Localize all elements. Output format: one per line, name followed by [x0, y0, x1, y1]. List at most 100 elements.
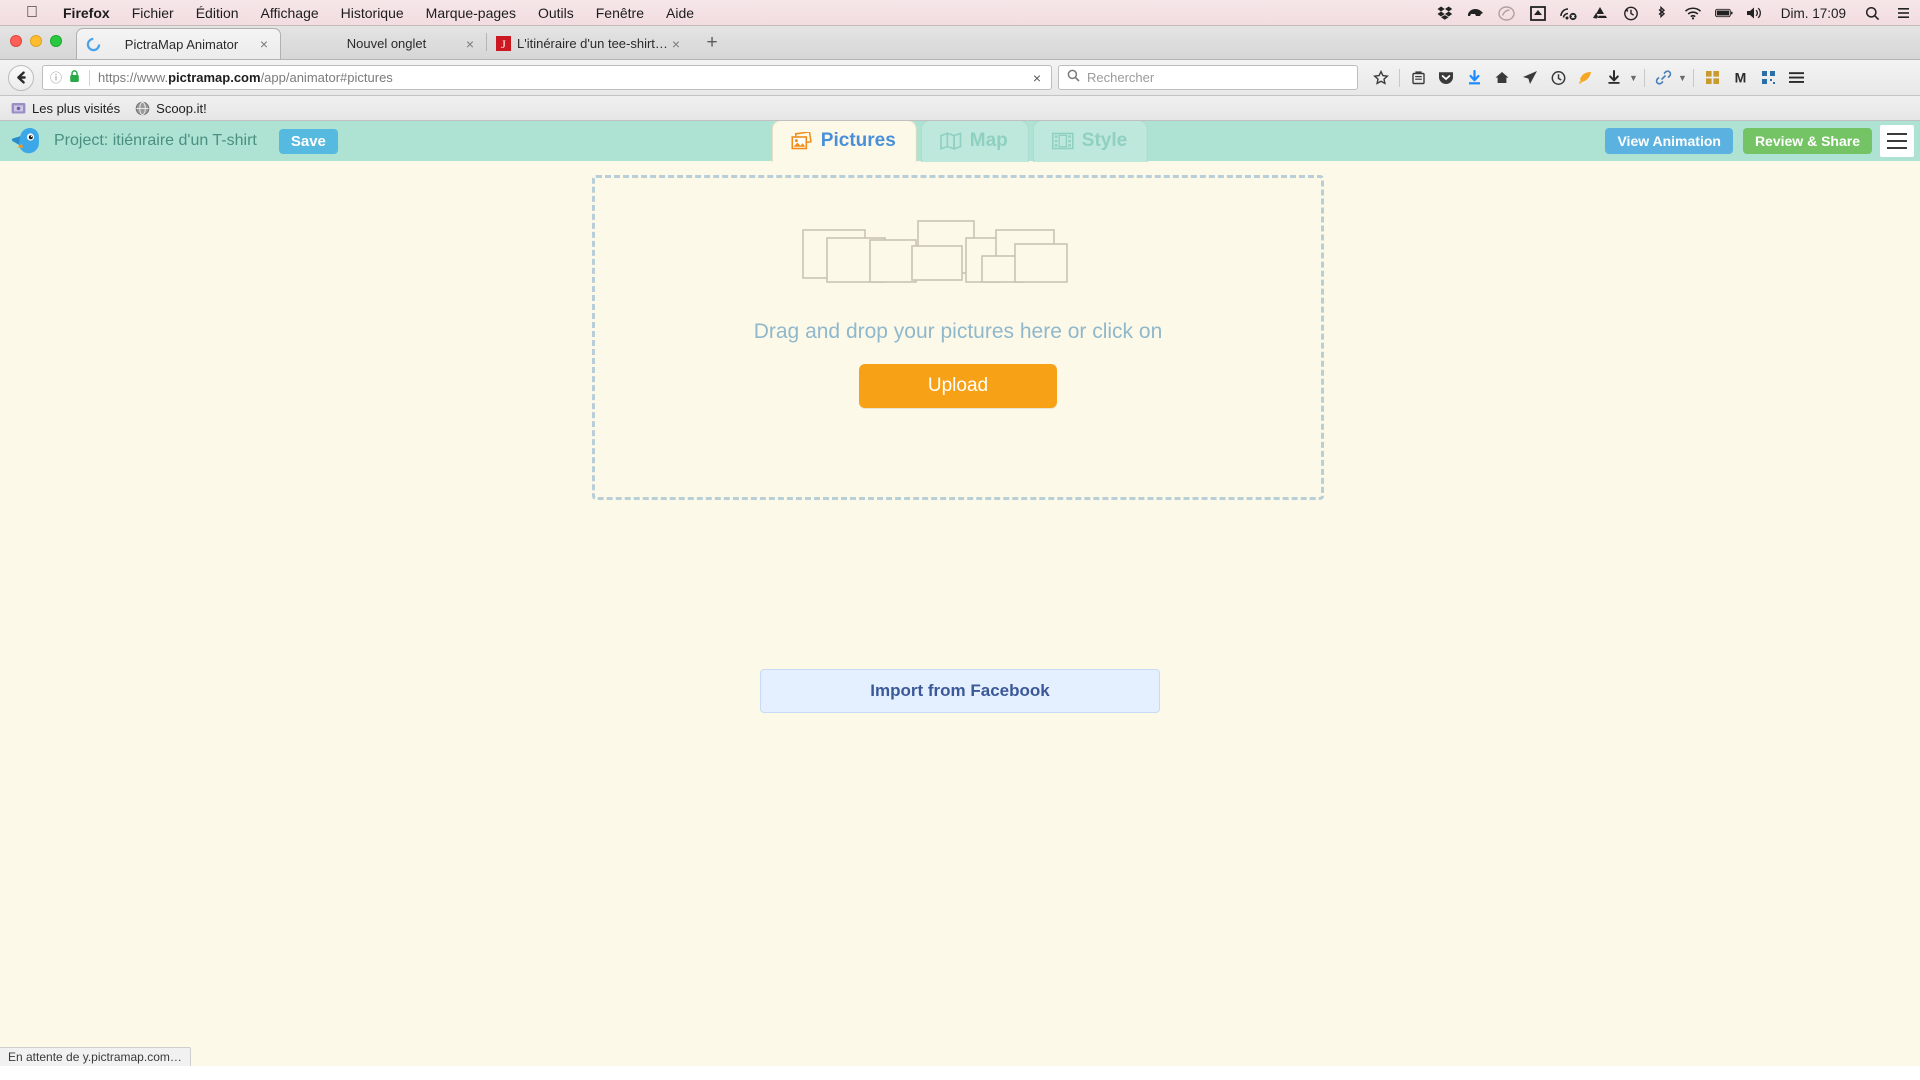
pocket-icon[interactable] — [1433, 65, 1459, 91]
review-share-button[interactable]: Review & Share — [1742, 128, 1872, 154]
toolbar-divider-3 — [1693, 68, 1694, 87]
home-icon[interactable] — [1489, 65, 1515, 91]
star-icon[interactable] — [1368, 65, 1394, 91]
url-suffix: /app/animator#pictures — [260, 70, 393, 85]
minimize-window-button[interactable] — [30, 35, 42, 47]
folder-star-icon — [10, 101, 26, 116]
bookmark-scoopit[interactable]: Scoop.it! — [132, 101, 215, 116]
journal-j-icon: J — [495, 36, 511, 52]
bookmark-les-plus-visites[interactable]: Les plus visités — [8, 101, 128, 116]
download-arrow-icon[interactable] — [1461, 65, 1487, 91]
menu-item-firefox[interactable]: Firefox — [52, 0, 121, 26]
tab-title: L'itinéraire d'un tee-shirt : le — [517, 36, 668, 51]
tab-pictramap-animator[interactable]: PictraMap Animator × — [76, 28, 281, 59]
qr-icon[interactable] — [1755, 65, 1781, 91]
save-button[interactable]: Save — [278, 128, 338, 154]
import-from-facebook-button[interactable]: Import from Facebook — [760, 669, 1160, 713]
menu-item-edition[interactable]: Édition — [185, 0, 250, 26]
svg-text:J: J — [501, 37, 506, 51]
new-tab-button[interactable]: + — [698, 29, 726, 57]
search-input[interactable]: Rechercher — [1087, 70, 1154, 85]
creative-cloud-icon[interactable] — [1498, 4, 1516, 22]
bookmark-label: Scoop.it! — [156, 100, 207, 116]
tab-pictures[interactable]: Pictures — [771, 121, 917, 162]
page-content: Project: itiénraire d'un T-shirt Save Pi… — [0, 121, 1920, 1080]
menubar-clock[interactable]: Dim. 17:09 — [1777, 6, 1850, 21]
search-bar[interactable]: Rechercher — [1058, 65, 1358, 90]
menu-item-aide[interactable]: Aide — [655, 0, 705, 26]
blue-bird-logo[interactable] — [10, 125, 44, 157]
menu-item-outils[interactable]: Outils — [527, 0, 585, 26]
map-icon — [940, 131, 962, 151]
browser-navbar: ⓘ https://www.pictramap.com/app/animator… — [0, 60, 1920, 96]
menu-item-fichier[interactable]: Fichier — [121, 0, 185, 26]
dropzone-prompt: Drag and drop your pictures here or clic… — [753, 320, 1163, 343]
m-icon[interactable]: M — [1727, 65, 1753, 91]
eject-icon[interactable] — [1529, 4, 1547, 22]
tab-label: Style — [1081, 130, 1128, 151]
dropbox-icon[interactable] — [1436, 4, 1454, 22]
bluetooth-icon[interactable] — [1653, 4, 1671, 22]
padlock-icon[interactable] — [69, 69, 81, 86]
close-icon[interactable]: × — [462, 36, 478, 52]
search-icon — [1067, 69, 1080, 87]
bookmarks-bar: Les plus visités Scoop.it! — [0, 96, 1920, 121]
tab-map[interactable]: Map — [920, 121, 1029, 162]
menu-hamburger-icon[interactable] — [1783, 65, 1809, 91]
app-header-actions: View Animation Review & Share — [1605, 128, 1872, 154]
address-bar[interactable]: ⓘ https://www.pictramap.com/app/animator… — [42, 65, 1052, 90]
menu-item-marque-pages[interactable]: Marque-pages — [415, 0, 527, 26]
picture-dropzone[interactable]: Drag and drop your pictures here or clic… — [592, 175, 1324, 500]
globe-icon — [134, 101, 150, 116]
app-tab-strip: Pictures Map Style — [771, 121, 1149, 162]
download-manager-icon[interactable] — [1601, 65, 1627, 91]
link-icon[interactable] — [1650, 65, 1676, 91]
close-icon[interactable]: × — [256, 36, 272, 52]
back-arrow-icon[interactable] — [8, 64, 34, 91]
little-snitch-icon[interactable] — [1467, 4, 1485, 22]
shield-icon[interactable] — [1545, 65, 1571, 91]
menu-item-affichage[interactable]: Affichage — [250, 0, 330, 26]
tab-itineraire-tee-shirt[interactable]: J L'itinéraire d'un tee-shirt : le × — [487, 28, 692, 59]
wifi-icon[interactable] — [1684, 4, 1702, 22]
grid-icon[interactable] — [1699, 65, 1725, 91]
notification-center-icon[interactable] — [1894, 4, 1912, 22]
url-text: https://www.pictramap.com/app/animator#p… — [98, 70, 1023, 85]
battery-icon[interactable] — [1714, 4, 1733, 22]
tab-title: Nouvel onglet — [346, 36, 427, 51]
chevron-down-icon[interactable]: ▼ — [1629, 73, 1639, 83]
url-prefix: https://www. — [98, 70, 169, 85]
apple-logo-icon[interactable]:  — [24, 4, 40, 22]
airdrop-disabled-icon[interactable] — [1559, 4, 1578, 22]
hamburger-menu-icon[interactable] — [1880, 125, 1914, 157]
chevron-down-icon-2[interactable]: ▼ — [1678, 73, 1688, 83]
stop-loading-icon[interactable]: × — [1029, 70, 1045, 86]
toolbar-divider — [1399, 68, 1400, 87]
close-window-button[interactable] — [10, 35, 22, 47]
menu-item-fenetre[interactable]: Fenêtre — [585, 0, 655, 26]
view-animation-button[interactable]: View Animation — [1605, 128, 1733, 154]
tab-label: Pictures — [820, 130, 896, 151]
search-icon[interactable] — [1863, 4, 1881, 22]
tab-title: PictraMap Animator — [124, 36, 239, 52]
tab-style[interactable]: Style — [1032, 121, 1149, 162]
reader-icon[interactable] — [1405, 65, 1431, 91]
close-icon[interactable]: × — [668, 36, 684, 52]
info-circle-icon[interactable]: ⓘ — [49, 69, 63, 86]
send-tab-icon[interactable] — [1517, 65, 1543, 91]
toolbar-icons: ▼ ▼ M — [1368, 65, 1809, 91]
window-controls — [10, 35, 62, 47]
menu-item-historique[interactable]: Historique — [330, 0, 415, 26]
upload-button[interactable]: Upload — [859, 364, 1057, 408]
honey-icon[interactable] — [1573, 65, 1599, 91]
pictures-icon — [791, 131, 813, 151]
app-header: Project: itiénraire d'un T-shirt Save Pi… — [0, 121, 1920, 162]
google-drive-icon[interactable] — [1591, 4, 1609, 22]
time-machine-icon[interactable] — [1622, 4, 1640, 22]
tab-label: Map — [969, 130, 1008, 151]
tab-nouvel-onglet[interactable]: Nouvel onglet × — [281, 28, 486, 59]
window-bottom-strip — [0, 1066, 1920, 1080]
volume-icon[interactable] — [1746, 4, 1764, 22]
film-strip-icon — [1051, 131, 1074, 151]
maximize-window-button[interactable] — [50, 35, 62, 47]
